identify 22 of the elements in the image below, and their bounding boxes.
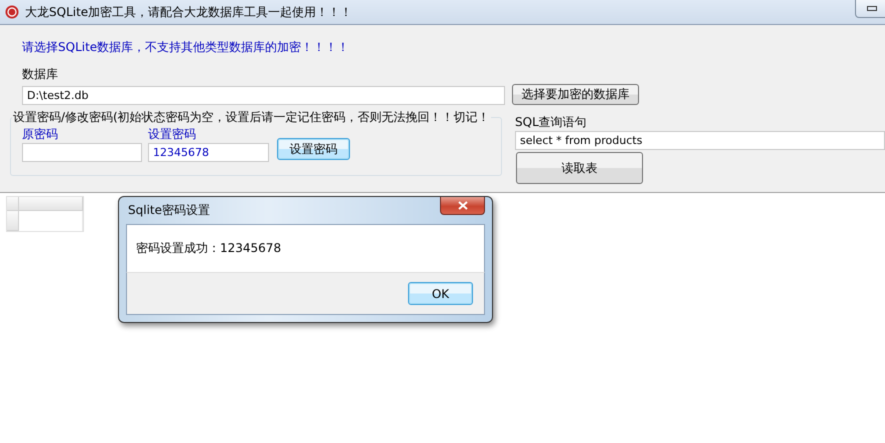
old-password-label: 原密码 [22, 126, 59, 143]
notice-text: 请选择SQLite数据库，不支持其他类型数据库的加密！！！！ [21, 39, 350, 56]
window-title: 大龙SQLite加密工具，请配合大龙数据库工具一起使用！！！ [25, 4, 352, 20]
app-logo-icon [5, 5, 19, 19]
sql-query-field[interactable]: select * from products [515, 131, 885, 150]
new-password-field[interactable]: 12345678 [148, 143, 269, 162]
close-icon [458, 200, 468, 210]
password-group-legend: 设置密码/修改密码(初始状态密码为空，设置后请一定记住密码，否则无法挽回！！切记！ [12, 109, 491, 126]
read-table-button[interactable]: 读取表 [516, 152, 643, 184]
old-password-field[interactable] [22, 143, 142, 162]
database-path-field[interactable]: D:\test2.db [22, 86, 505, 105]
minimize-icon [867, 6, 877, 11]
sql-label: SQL查询语句 [515, 114, 588, 131]
choose-database-button[interactable]: 选择要加密的数据库 [512, 84, 639, 105]
database-label: 数据库 [22, 66, 59, 83]
ok-button[interactable]: OK [408, 282, 473, 305]
dialog-title: Sqlite密码设置 [128, 202, 210, 219]
close-button[interactable] [440, 196, 485, 214]
set-password-button[interactable]: 设置密码 [277, 138, 350, 160]
minimize-button[interactable] [855, 0, 885, 18]
new-password-label: 设置密码 [148, 126, 197, 143]
dialog-message: 密码设置成功：12345678 [136, 240, 282, 257]
